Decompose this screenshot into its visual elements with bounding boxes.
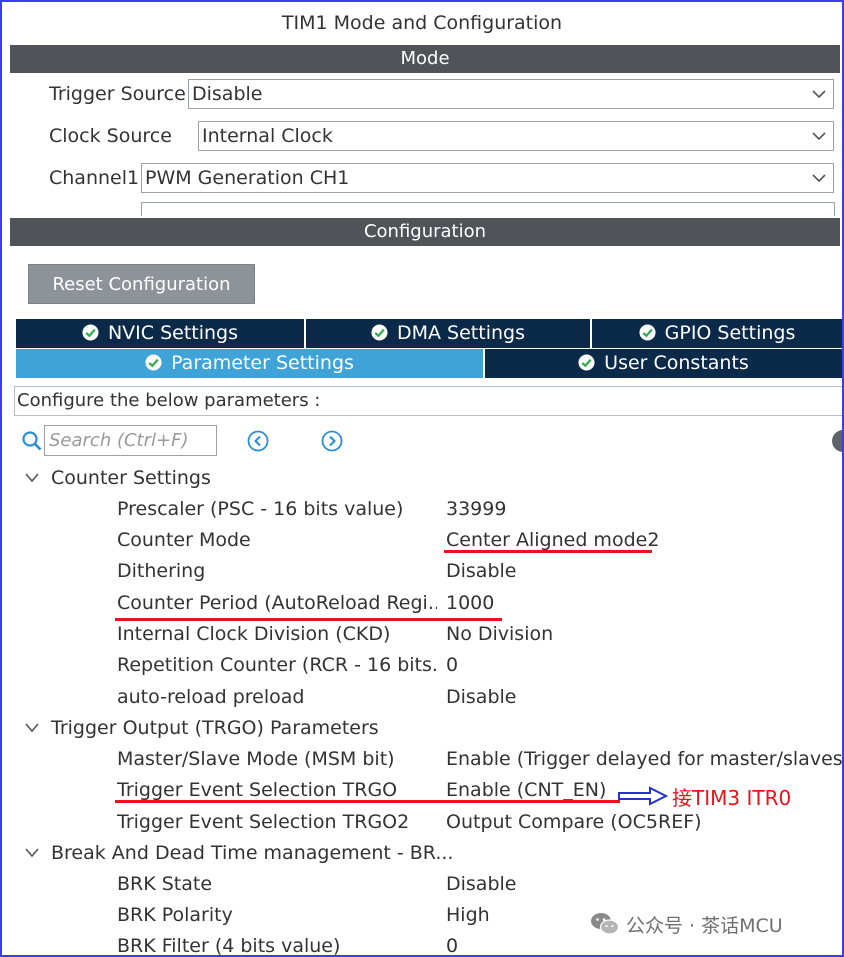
param-value[interactable]: Output Compare (OC5REF) [446, 807, 842, 838]
configuration-section-header: Configuration [10, 218, 840, 246]
mode-section-header: Mode [10, 45, 840, 73]
check-circle-icon [639, 324, 656, 341]
channel1-value: PWM Generation CH1 [145, 167, 350, 189]
param-row-dithering[interactable]: Dithering Disable [2, 556, 842, 587]
param-name: Counter Mode [117, 529, 251, 551]
channel2-select-partial[interactable] [141, 202, 835, 216]
annotation-text: 接TIM3 ITR0 [672, 786, 792, 810]
tim1-config-panel: TIM1 Mode and Configuration Mode Trigger… [0, 0, 844, 957]
channel1-select[interactable]: PWM Generation CH1 [141, 163, 834, 193]
param-row-repetition-counter[interactable]: Repetition Counter (RCR - 16 bits... 0 [2, 650, 842, 681]
wechat-icon [591, 913, 620, 935]
hollow-arrow-right-icon [618, 786, 668, 806]
tab-nvic-label: NVIC Settings [107, 322, 239, 344]
trigger-source-label: Trigger Source [49, 83, 186, 105]
tab-user-constants-label: User Constants [604, 352, 749, 374]
param-name: BRK Polarity [117, 904, 233, 926]
check-circle-icon [578, 354, 595, 371]
param-name: Master/Slave Mode (MSM bit) [117, 748, 395, 770]
clock-source-value: Internal Clock [202, 125, 333, 147]
trigger-source-value: Disable [192, 83, 263, 105]
param-value[interactable]: Disable [446, 869, 842, 900]
tab-nvic-settings[interactable]: NVIC Settings [16, 319, 306, 348]
trigger-source-row: Trigger Source Disable [2, 77, 842, 111]
param-name: BRK Filter (4 bits value) [117, 935, 341, 957]
param-name: Dithering [117, 560, 206, 582]
check-circle-icon [82, 324, 99, 341]
param-name: Prescaler (PSC - 16 bits value) [117, 498, 404, 520]
chevron-down-icon [812, 174, 826, 183]
clock-source-select[interactable]: Internal Clock [198, 121, 834, 151]
param-value[interactable]: Disable [446, 556, 842, 587]
tab-gpio-settings[interactable]: GPIO Settings [592, 319, 842, 348]
highlight-underline [444, 550, 652, 553]
chevron-down-icon [812, 132, 826, 141]
highlight-underline [115, 800, 620, 803]
reset-configuration-button[interactable]: Reset Configuration [28, 264, 255, 304]
panel-title: TIM1 Mode and Configuration [281, 12, 563, 34]
highlight-underline [115, 618, 502, 621]
search-input[interactable] [44, 425, 217, 456]
info-dot-icon[interactable] [832, 430, 842, 452]
param-row-prescaler[interactable]: Prescaler (PSC - 16 bits value) 33999 [2, 494, 842, 525]
parameters-hint-bar: Configure the below parameters : [14, 386, 842, 416]
param-row-counter-mode[interactable]: Counter Mode Center Aligned mode2 [2, 525, 842, 556]
param-row-clock-division[interactable]: Internal Clock Division (CKD) No Divisio… [2, 619, 842, 650]
param-name: Trigger Event Selection TRGO2 [117, 811, 410, 833]
tab-parameter-label: Parameter Settings [171, 352, 354, 374]
param-row-auto-reload-preload[interactable]: auto-reload preload Disable [2, 682, 842, 713]
chevron-down-icon [25, 473, 39, 483]
channel1-row: Channel1 PWM Generation CH1 [2, 161, 842, 195]
group-break-dead-time[interactable]: Break And Dead Time management - BR... [2, 838, 842, 869]
param-value[interactable]: 33999 [446, 494, 842, 525]
param-value[interactable]: Disable [446, 682, 842, 713]
watermark-text: 公众号 · 茶话MCU [626, 914, 783, 937]
param-row-counter-period[interactable]: Counter Period (AutoReload Regi... 1000 [2, 588, 842, 619]
group-counter-settings[interactable]: Counter Settings [2, 463, 842, 494]
chevron-down-icon [25, 848, 39, 858]
clock-source-row: Clock Source Internal Clock [2, 119, 842, 153]
param-row-master-slave-mode[interactable]: Master/Slave Mode (MSM bit) Enable (Trig… [2, 744, 842, 775]
tab-parameter-settings[interactable]: Parameter Settings [16, 349, 483, 378]
tab-gpio-label: GPIO Settings [664, 322, 796, 344]
circle-arrow-left-icon[interactable] [247, 430, 269, 452]
param-name: Repetition Counter (RCR - 16 bits... [117, 654, 437, 676]
clock-source-label: Clock Source [49, 125, 172, 147]
param-name: Counter Period (AutoReload Regi... [117, 592, 437, 614]
param-name: Internal Clock Division (CKD) [117, 623, 391, 645]
param-value[interactable]: No Division [446, 619, 842, 650]
chevron-down-icon [25, 723, 39, 733]
param-name: auto-reload preload [117, 686, 305, 708]
chevron-down-icon [812, 90, 826, 99]
circle-arrow-right-icon[interactable] [321, 430, 343, 452]
check-circle-icon [371, 324, 388, 341]
check-circle-icon [145, 354, 162, 371]
group-label: Trigger Output (TRGO) Parameters [51, 717, 379, 739]
trigger-source-select[interactable]: Disable [188, 79, 834, 109]
tab-dma-settings[interactable]: DMA Settings [306, 319, 592, 348]
param-row-brk-state[interactable]: BRK State Disable [2, 869, 842, 900]
group-label: Counter Settings [51, 467, 211, 489]
param-value[interactable]: Enable (Trigger delayed for master/slave… [446, 744, 842, 775]
param-value[interactable]: 0 [446, 650, 842, 681]
tab-dma-label: DMA Settings [397, 322, 525, 344]
tab-user-constants[interactable]: User Constants [485, 349, 842, 378]
group-label: Break And Dead Time management - BR... [51, 842, 454, 864]
param-row-trigger-event-trgo2[interactable]: Trigger Event Selection TRGO2 Output Com… [2, 807, 842, 838]
group-trgo-parameters[interactable]: Trigger Output (TRGO) Parameters [2, 713, 842, 744]
search-icon[interactable] [21, 430, 43, 452]
channel1-label: Channel1 [49, 167, 140, 189]
parameters-hint: Configure the below parameters : [17, 390, 321, 411]
param-value[interactable]: 1000 [446, 588, 842, 619]
watermark: 公众号 · 茶话MCU [590, 908, 783, 940]
param-name: BRK State [117, 873, 213, 895]
